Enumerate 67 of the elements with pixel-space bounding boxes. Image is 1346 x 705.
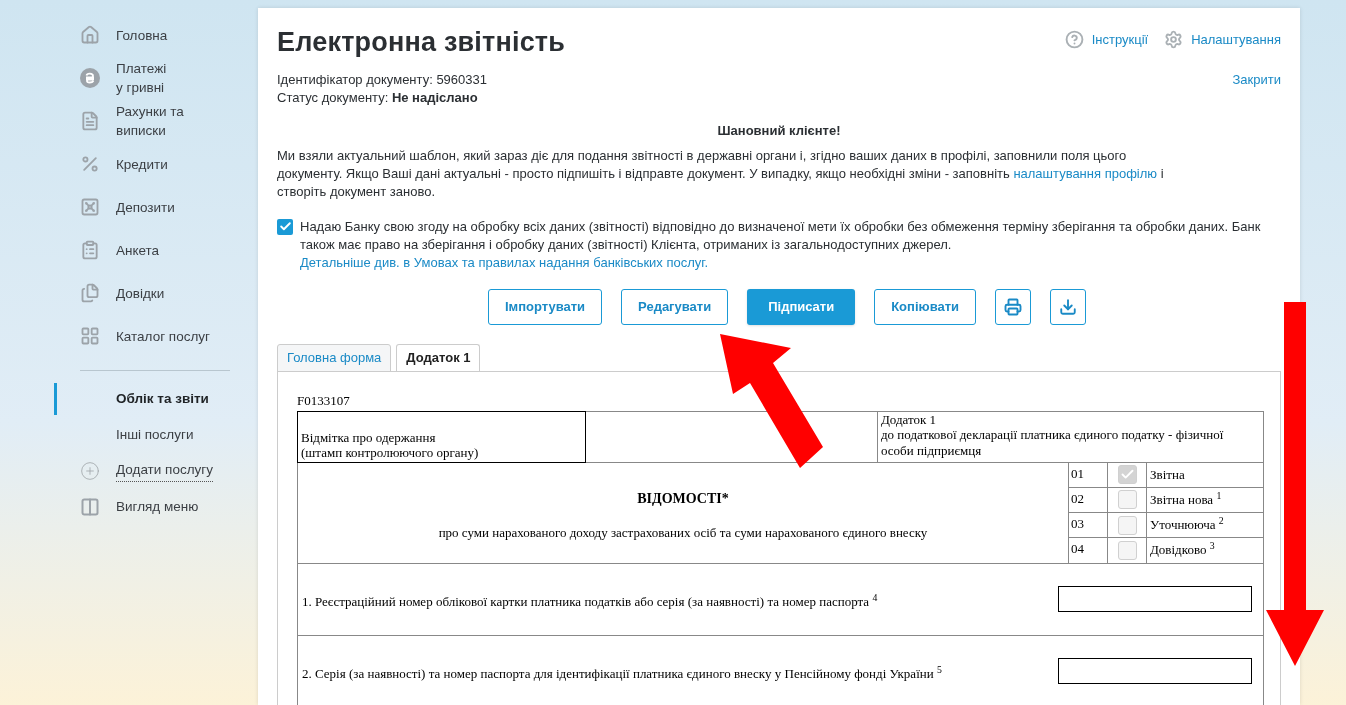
checkbox[interactable]	[1117, 515, 1137, 535]
table-cell-text: Уточнююча $^{2}$	[1149, 514, 1225, 534]
close-link[interactable]: Закрити	[1232, 71, 1281, 107]
field-label: 2. Серія (за наявності) та номер паспорта для ідентифікації платника єдиного внеску у Пенсійному фонді України $^{5}$	[302, 663, 943, 684]
form-title: ВІДОМОСТІ*	[637, 490, 729, 509]
nav-item[interactable]: Платежі у гривні	[80, 57, 230, 99]
checkbox[interactable]	[1117, 465, 1137, 485]
help-icon	[1064, 30, 1084, 50]
consent-text: Надаю Банку свою згоду на обробку всіх даних (звітності) відповідно до визначеної мети їх обробки без обмеження терміну зберігання та обробки даних. Банк також має право на зберігання і обробку даних (звітності) Клієнта, отриманих із загальнодоступних джерел. Детальніше див. в Умовах та правилах надання банківських послуг.	[300, 217, 1262, 272]
action-button[interactable]: Редагувати	[621, 288, 729, 325]
nav-item[interactable]: Інші послуги	[116, 424, 194, 446]
nav-item[interactable]: Каталог послуг	[80, 315, 230, 357]
tab[interactable]: Головна форма	[277, 343, 392, 372]
home-icon	[80, 25, 100, 45]
print-icon	[1004, 297, 1023, 316]
document-icon	[80, 111, 100, 131]
link-label[interactable]: Інструкції	[1091, 30, 1149, 50]
consent-checkbox[interactable]	[277, 218, 293, 235]
document-status: Статус документу: Не надіслано	[277, 89, 479, 107]
grid-icon	[80, 326, 100, 346]
nav-item[interactable]: Кредити	[80, 143, 230, 185]
document-id: Ідентифікатор документу: 5960331	[277, 71, 487, 89]
add-icon	[80, 461, 100, 481]
table-cell-text: Звітна	[1149, 465, 1186, 484]
nav-item[interactable]: Головна	[80, 14, 230, 56]
files-icon	[80, 283, 100, 303]
list-icon	[80, 240, 100, 260]
table-cell: 04	[1069, 538, 1108, 563]
table-cell-text: Звітна нова $^{1}$	[1149, 488, 1223, 509]
help-link[interactable]: Інструкції	[1064, 30, 1149, 50]
settings-link[interactable]: Налаштування	[1164, 30, 1281, 50]
checkbox[interactable]	[1117, 490, 1137, 510]
nav-item[interactable]: Облік та звіти	[116, 388, 209, 410]
input-field[interactable]	[1058, 586, 1252, 612]
table-cell: 01	[1069, 462, 1108, 487]
tab[interactable]: Додаток 1	[396, 343, 481, 372]
nav-item[interactable]: Депозити	[80, 186, 230, 228]
checkbox[interactable]	[1117, 540, 1137, 560]
download-icon	[1059, 297, 1078, 316]
notice-text: Ми взяли актуальний шаблон, який зараз діє для подання звітності в державні органи і, згідно ваших даних в профілі, заповнили поля цього документу. Якщо Ваші дані актуальні - просто підпишіть і відправте документ. У випадку, якщо необхідні зміни - заповніть налаштування профілю і створіть документ заново.	[277, 146, 1165, 201]
nav-item[interactable]: Вигляд меню	[116, 496, 199, 518]
add-service-link[interactable]: Додати послугу	[116, 460, 213, 482]
table-cell-text: Довідково $^{3}$	[1149, 539, 1216, 560]
table-cell: 03	[1069, 513, 1108, 538]
terms-link[interactable]: Детальніше див. в Умовах та правилах надання банківських послуг.	[300, 254, 709, 270]
currency-icon	[80, 68, 100, 88]
link-label[interactable]: Налаштування	[1191, 30, 1281, 50]
percent-icon	[80, 154, 100, 174]
page-title: Електронна звітність	[277, 26, 566, 59]
download-button[interactable]	[1050, 288, 1087, 325]
input-field[interactable]	[1058, 658, 1252, 684]
settings-icon	[1164, 30, 1184, 50]
print-button[interactable]	[995, 288, 1032, 325]
nav-item[interactable]: Анкета	[80, 229, 230, 271]
action-button[interactable]: Імпортувати	[487, 288, 603, 325]
nav-item[interactable]: Довідки	[80, 272, 230, 314]
table-cell: Додаток 1 до податкової декларації платника єдиного податку - фізичної особи підприємця	[877, 410, 1264, 463]
form-subtitle: про суми нарахованого доходу застрахованих осіб та суми нарахованого єдиного внеску	[438, 524, 928, 543]
columns-icon	[80, 497, 100, 517]
table-cell: Відмітка про одержання (штамп контролюючого органу)	[297, 410, 586, 463]
action-button[interactable]: Копіювати	[874, 288, 977, 325]
nav-item[interactable]: Рахунки та виписки	[80, 100, 230, 142]
notice-heading: Шановний клієнте!	[716, 122, 842, 140]
table-cell: 02	[1069, 487, 1108, 512]
field-label: 1. Реєстраційний номер облікової картки платника податків або серія (за наявності) та номер паспорта $^{4}$	[302, 591, 879, 612]
profile-link[interactable]: налаштування профілю	[1013, 165, 1158, 181]
form-code: F0133107	[297, 391, 351, 410]
